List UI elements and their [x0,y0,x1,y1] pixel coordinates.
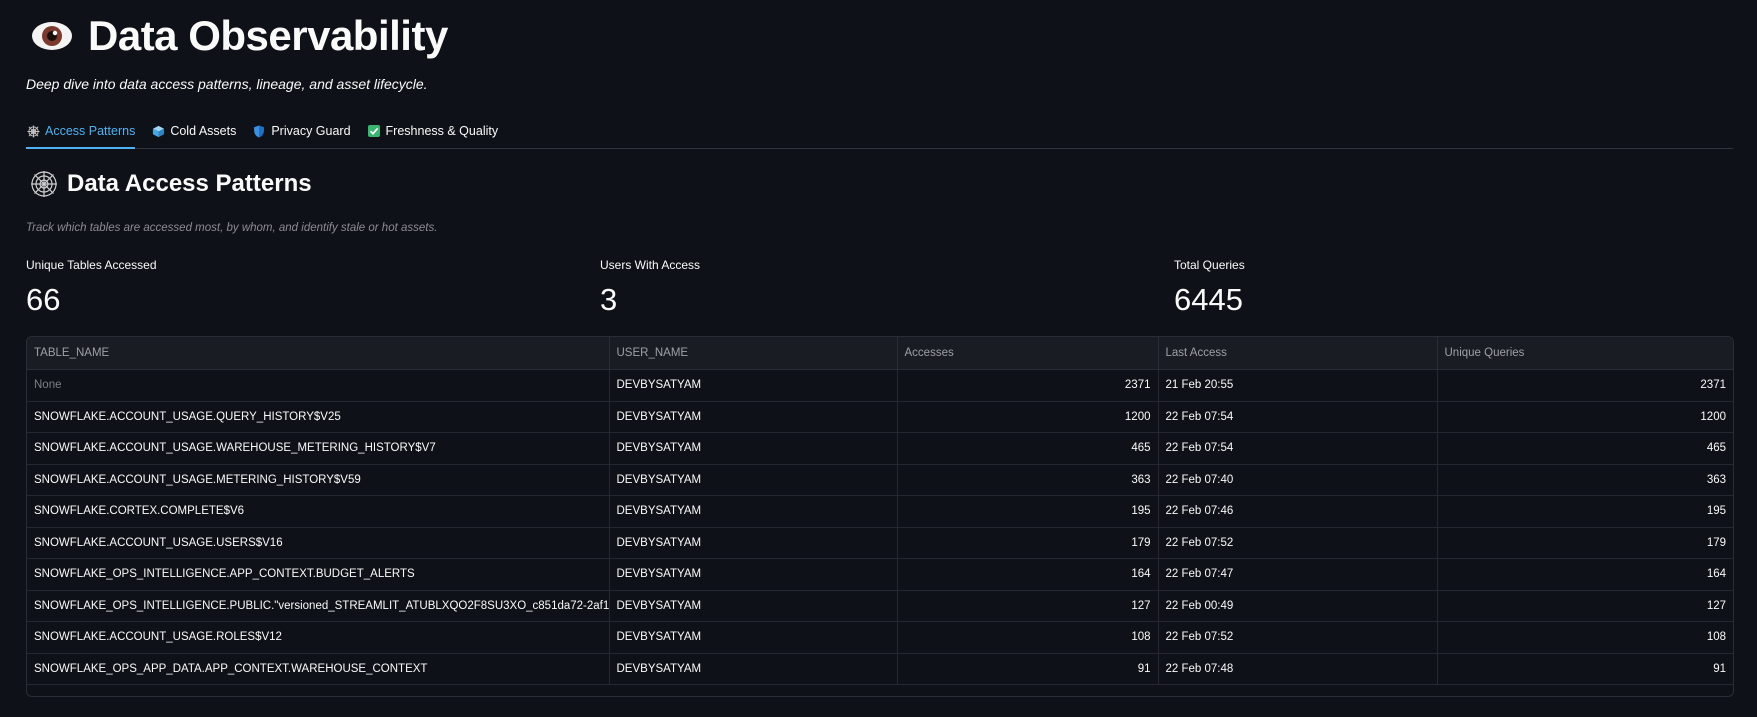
cell-table-name[interactable]: SNOWFLAKE.ACCOUNT_USAGE.WAREHOUSE_METERI… [27,432,610,465]
cell-user-name[interactable]: DEVBYSATYAM [609,369,898,402]
cell-accesses[interactable]: 179 [897,527,1159,559]
cell-user-name[interactable]: DEVBYSATYAM [609,558,898,591]
cell-last-access[interactable]: 22 Feb 00:49 [1158,590,1438,622]
cell-accesses[interactable]: 2371 [897,369,1159,402]
tab-label: Cold Assets [170,124,237,138]
cell-unique-queries[interactable]: 179 [1437,527,1733,559]
table-row[interactable]: None DEVBYSATYAM 2371 21 Feb 20:55 2371 [27,369,1733,402]
cell-accesses[interactable]: 1200 [897,401,1159,433]
metric-value: 6445 [1174,282,1243,317]
section-header: Data Access Patterns [30,170,312,198]
cell-accesses[interactable]: 195 [897,495,1159,528]
metric-value: 3 [600,282,618,317]
cell-unique-queries[interactable]: 465 [1437,432,1733,465]
metric-value: 66 [26,282,61,317]
cell-user-name[interactable]: DEVBYSATYAM [609,527,898,559]
page-title: Data Observability [88,12,448,59]
check-mark-icon [367,125,381,137]
cell-accesses[interactable]: 164 [897,558,1159,591]
table-row[interactable]: SNOWFLAKE_OPS_INTELLIGENCE.APP_CONTEXT.B… [27,558,1733,591]
table-row[interactable]: SNOWFLAKE.ACCOUNT_USAGE.WAREHOUSE_METERI… [27,432,1733,465]
column-header-accesses[interactable]: Accesses [897,337,1159,370]
section-caption: Track which tables are accessed most, by… [26,222,438,234]
cell-last-access[interactable]: 22 Feb 07:52 [1158,527,1438,559]
cell-last-access[interactable]: 22 Feb 07:54 [1158,401,1438,433]
data-table[interactable]: TABLE_NAME USER_NAME Accesses Last Acces… [26,336,1734,697]
cell-table-name[interactable]: SNOWFLAKE.ACCOUNT_USAGE.ROLES$V12 [27,621,610,654]
cell-unique-queries[interactable]: 195 [1437,495,1733,528]
metric-total-queries: Total Queries 6445 [1174,258,1245,318]
spider-web-icon [26,124,40,138]
metric-unique-tables: Unique Tables Accessed 66 [26,258,157,318]
cell-table-name[interactable]: SNOWFLAKE.ACCOUNT_USAGE.USERS$V16 [27,527,610,559]
cell-table-name[interactable]: None [27,369,610,402]
cell-accesses[interactable]: 91 [897,653,1159,685]
tab-cold-assets[interactable]: Cold Assets [151,114,236,148]
cell-accesses[interactable]: 465 [897,432,1159,465]
tab-bar: Access Patterns Cold Assets Privacy Guar… [26,114,1733,149]
table-row[interactable]: SNOWFLAKE_OPS_INTELLIGENCE.PUBLIC."versi… [27,590,1733,622]
section-title: Data Access Patterns [67,170,312,197]
table-row[interactable]: SNOWFLAKE.ACCOUNT_USAGE.ROLES$V12 DEVBYSA… [27,621,1733,654]
cell-unique-queries[interactable]: 127 [1437,590,1733,622]
tab-access-patterns[interactable]: Access Patterns [26,114,136,149]
cell-user-name[interactable]: DEVBYSATYAM [609,590,898,622]
cell-user-name[interactable]: DEVBYSATYAM [609,653,898,685]
cell-unique-queries[interactable]: 1200 [1437,401,1733,433]
tab-label: Privacy Guard [271,124,351,138]
spider-web-icon [31,171,57,197]
cell-last-access[interactable]: 22 Feb 07:48 [1158,653,1438,685]
tab-freshness-quality[interactable]: Freshness & Quality [367,114,499,148]
cell-table-name[interactable]: SNOWFLAKE_OPS_INTELLIGENCE.PUBLIC."versi… [27,590,610,622]
cell-accesses[interactable]: 108 [897,621,1159,654]
metric-users-with-access: Users With Access 3 [600,258,700,318]
page-subtitle: Deep dive into data access patterns, lin… [26,76,428,92]
column-header-user-name[interactable]: USER_NAME [609,337,898,370]
cell-user-name[interactable]: DEVBYSATYAM [609,495,898,528]
table-row[interactable]: SNOWFLAKE.ACCOUNT_USAGE.QUERY_HISTORY$V2… [27,401,1733,433]
ice-cube-icon [151,125,165,138]
table-row[interactable]: SNOWFLAKE.ACCOUNT_USAGE.METERING_HISTORY… [27,464,1733,496]
cell-last-access[interactable]: 21 Feb 20:55 [1158,369,1438,402]
cell-unique-queries[interactable]: 91 [1437,653,1733,685]
cell-user-name[interactable]: DEVBYSATYAM [609,432,898,465]
cell-unique-queries[interactable]: 363 [1437,464,1733,496]
cell-table-name[interactable]: SNOWFLAKE.ACCOUNT_USAGE.METERING_HISTORY… [27,464,610,496]
cell-accesses[interactable]: 363 [897,464,1159,496]
cell-table-name[interactable]: SNOWFLAKE.ACCOUNT_USAGE.QUERY_HISTORY$V2… [27,401,610,433]
cell-accesses[interactable]: 127 [897,590,1159,622]
table-header-row: TABLE_NAME USER_NAME Accesses Last Acces… [27,337,1733,370]
cell-table-name[interactable]: SNOWFLAKE_OPS_INTELLIGENCE.APP_CONTEXT.B… [27,558,610,591]
cell-unique-queries[interactable]: 108 [1437,621,1733,654]
metric-label: Users With Access [600,258,701,272]
shield-icon [252,124,266,138]
metric-label: Total Queries [1174,258,1245,272]
column-header-table-name[interactable]: TABLE_NAME [27,337,610,370]
cell-last-access[interactable]: 22 Feb 07:47 [1158,558,1438,591]
cell-last-access[interactable]: 22 Feb 07:54 [1158,432,1438,465]
eye-icon [32,22,72,50]
tab-privacy-guard[interactable]: Privacy Guard [252,114,351,148]
cell-last-access[interactable]: 22 Feb 07:52 [1158,621,1438,654]
cell-table-name[interactable]: SNOWFLAKE.CORTEX.COMPLETE$V6 [27,495,610,528]
cell-user-name[interactable]: DEVBYSATYAM [609,621,898,654]
cell-last-access[interactable]: 22 Feb 07:40 [1158,464,1438,496]
cell-table-name[interactable]: SNOWFLAKE_OPS_APP_DATA.APP_CONTEXT.WAREH… [27,653,610,685]
cell-unique-queries[interactable]: 2371 [1437,369,1733,402]
table-row[interactable]: SNOWFLAKE.ACCOUNT_USAGE.USERS$V16 DEVBYSA… [27,527,1733,559]
page-header: Data Observability [30,12,448,60]
metric-label: Unique Tables Accessed [26,258,157,272]
column-header-unique-queries[interactable]: Unique Queries [1437,337,1733,370]
tab-label: Access Patterns [45,124,136,138]
cell-last-access[interactable]: 22 Feb 07:46 [1158,495,1438,528]
column-header-last-access[interactable]: Last Access [1158,337,1438,370]
cell-user-name[interactable]: DEVBYSATYAM [609,464,898,496]
cell-user-name[interactable]: DEVBYSATYAM [609,401,898,433]
tab-label: Freshness & Quality [385,124,499,138]
table-row[interactable]: SNOWFLAKE_OPS_APP_DATA.APP_CONTEXT.WAREH… [27,653,1733,685]
cell-unique-queries[interactable]: 164 [1437,558,1733,591]
table-row[interactable]: SNOWFLAKE.CORTEX.COMPLETE$V6 DEVBYSATYAM 1… [27,495,1733,528]
